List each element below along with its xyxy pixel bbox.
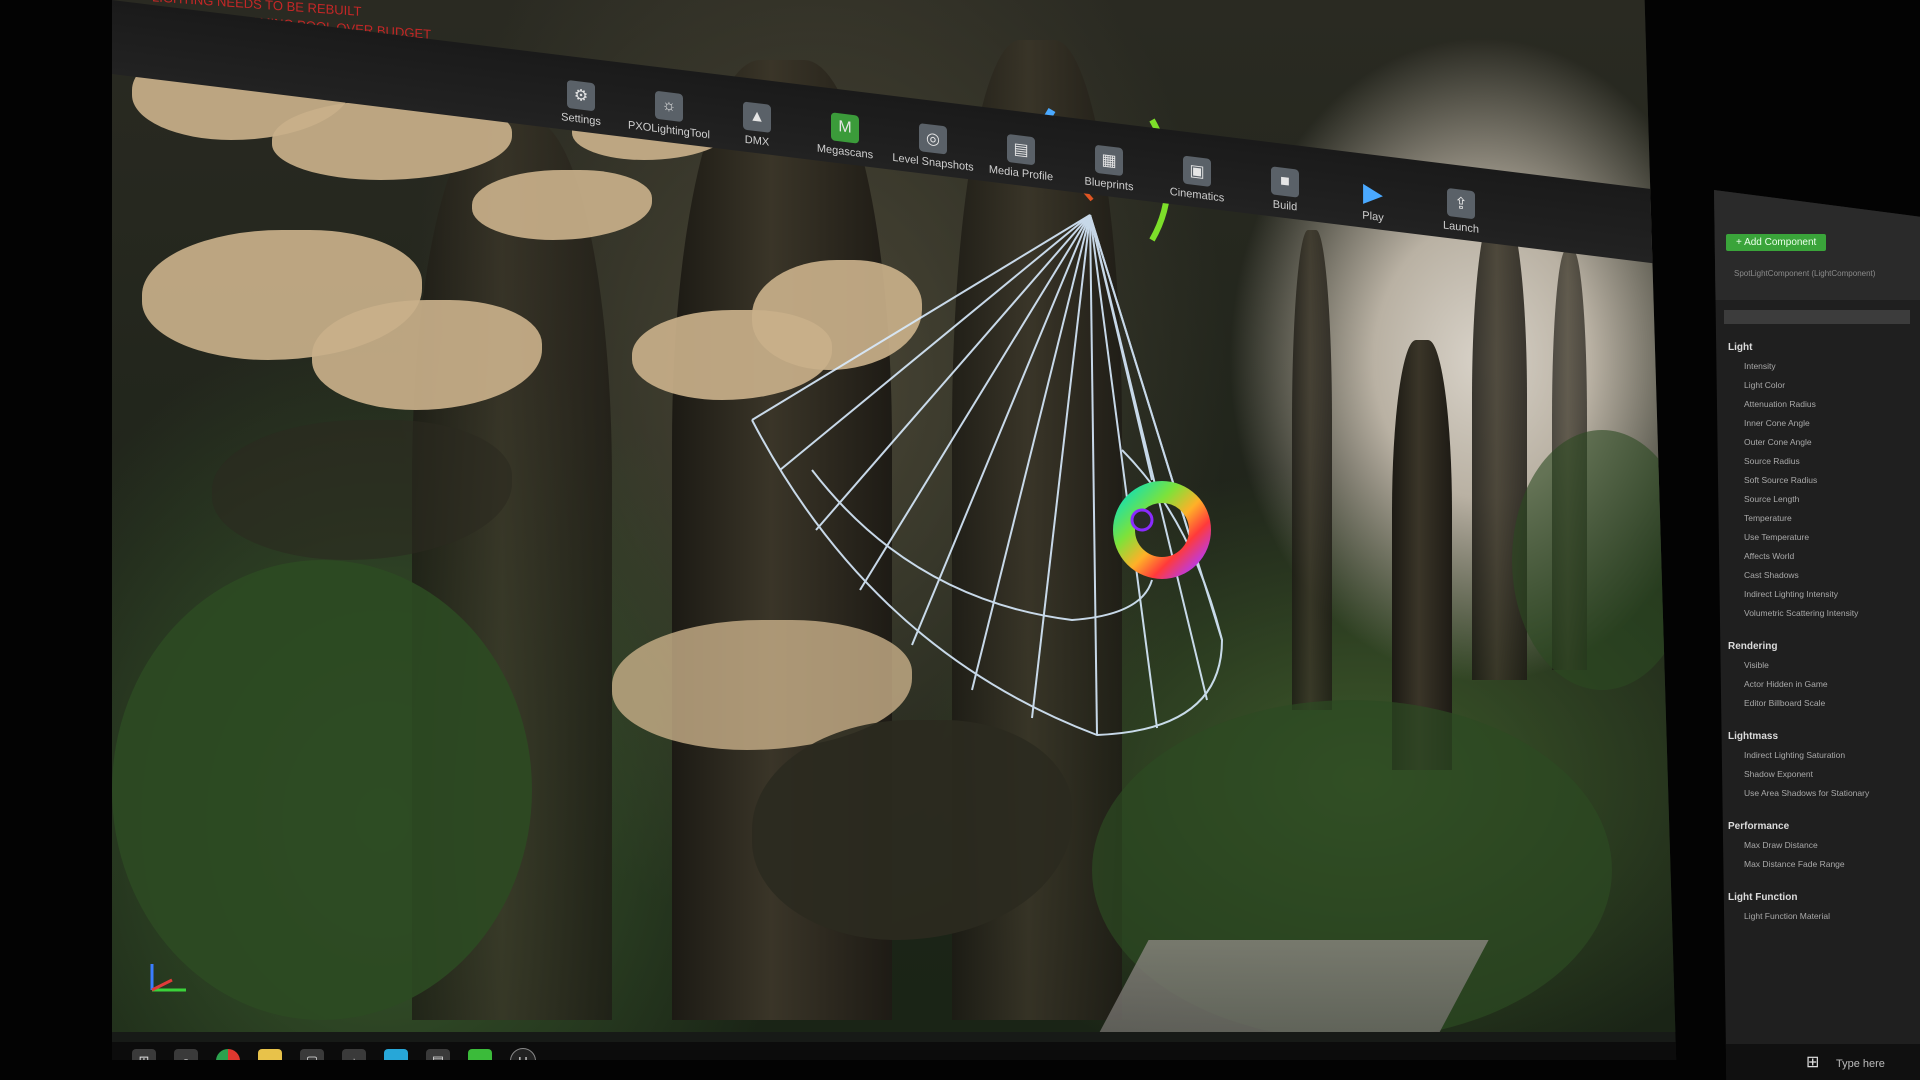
toolbar-label: Settings (561, 111, 601, 129)
snapshot-icon: ◎ (919, 123, 947, 155)
app-icon[interactable]: ♪ (342, 1049, 366, 1060)
section-light-function[interactable]: Light Function (1728, 892, 1920, 903)
details-panel-monitor: + Add Component SpotLightComponent (Ligh… (1714, 190, 1920, 1080)
toolbar-label: Blueprints (1084, 175, 1134, 194)
property-row: Visible (1744, 660, 1769, 670)
property-row: Editor Billboard Scale (1744, 698, 1826, 708)
property-row: Temperature (1744, 513, 1792, 523)
chrome-icon[interactable] (216, 1049, 240, 1060)
launch-icon: ⇪ (1447, 187, 1475, 220)
property-row: Indirect Lighting Saturation (1744, 750, 1846, 760)
app-icon[interactable] (468, 1049, 492, 1060)
blueprint-icon: ▦ (1095, 144, 1123, 177)
toolbar-label: Launch (1442, 219, 1480, 236)
toolbar-play-button[interactable]: ▶ Play (1334, 158, 1412, 228)
gear-icon: ⚙ (567, 79, 595, 112)
axis-gizmo-icon (150, 964, 186, 992)
property-row: Inner Cone Angle (1744, 418, 1810, 428)
media-profile-icon: ▤ (1007, 133, 1035, 166)
megascans-icon: M (831, 112, 859, 144)
toolbar-label: DMX (744, 133, 770, 149)
windows-start-icon[interactable]: ⊞ (1806, 1052, 1819, 1072)
toolbar-cinematics-button[interactable]: ▣ Cinematics (1158, 136, 1236, 206)
toolbar-blueprints-button[interactable]: ▦ Blueprints (1070, 126, 1148, 196)
property-row: Max Draw Distance (1744, 840, 1818, 850)
property-row: Light Color (1744, 380, 1786, 390)
toolbar-label: Media Profile (988, 163, 1054, 184)
details-header: + Add Component SpotLightComponent (Ligh… (1714, 190, 1920, 300)
toolbar-label: Megascans (816, 142, 874, 162)
section-rendering[interactable]: Rendering (1728, 641, 1920, 652)
add-component-button[interactable]: + Add Component (1726, 234, 1827, 251)
main-monitor: LIGHTING NEEDS TO BE REBUILT TEXTURE STR… (112, 0, 1677, 1060)
windows-taskbar: ⊞ ⌕ ▢ ♪ ▤ U (112, 1042, 1677, 1060)
toolbar-build-button[interactable]: ■ Build (1246, 147, 1324, 217)
property-row: Max Distance Fade Range (1744, 859, 1845, 869)
property-row: Actor Hidden in Game (1744, 679, 1828, 689)
property-row: Use Temperature (1744, 532, 1810, 542)
dmx-icon: ▲ (743, 101, 771, 133)
property-row: Light Function Material (1744, 911, 1830, 921)
details-search-input[interactable] (1724, 310, 1910, 324)
property-row: Affects World (1744, 551, 1795, 561)
build-icon: ■ (1271, 166, 1299, 198)
property-row: Source Length (1744, 494, 1800, 504)
clapper-icon: ▣ (1183, 155, 1211, 187)
app-icon[interactable] (384, 1049, 408, 1060)
editor-window: LIGHTING NEEDS TO BE REBUILT TEXTURE STR… (112, 0, 1677, 1060)
photo-scene: LIGHTING NEEDS TO BE REBUILT TEXTURE STR… (0, 0, 1920, 1080)
toolbar-dmx-button[interactable]: ▲ DMX (718, 82, 796, 152)
toolbar-megascans-button[interactable]: M Megascans (806, 93, 884, 163)
play-icon: ▶ (1363, 176, 1383, 209)
toolbar-pxolightingtool-button[interactable]: ☼ PXOLightingTool (628, 72, 710, 142)
section-performance[interactable]: Performance (1728, 821, 1920, 832)
property-row: Shadow Exponent (1744, 769, 1813, 779)
property-row: Volumetric Scattering Intensity (1744, 608, 1859, 618)
toolbar-label: Build (1272, 198, 1298, 214)
toolbar-settings-button[interactable]: ⚙ Settings (542, 61, 620, 131)
toolbar-label: PXOLightingTool (628, 119, 710, 142)
property-row: Cast Shadows (1744, 570, 1799, 580)
light-tool-icon: ☼ (655, 90, 683, 123)
property-row: Attenuation Radius (1744, 399, 1816, 409)
app-icon[interactable]: ▢ (300, 1049, 324, 1060)
toolbar-media-profile-button[interactable]: ▤ Media Profile (982, 115, 1060, 185)
unreal-engine-icon[interactable]: U (510, 1048, 536, 1060)
taskbar-search-input[interactable]: Type here (1836, 1058, 1885, 1070)
property-row: Indirect Lighting Intensity (1744, 589, 1839, 599)
section-light[interactable]: Light (1728, 342, 1920, 353)
section-lightmass[interactable]: Lightmass (1728, 731, 1920, 742)
property-row: Soft Source Radius (1744, 475, 1818, 485)
toolbar-label: Level Snapshots (892, 151, 974, 174)
toolbar-launch-button[interactable]: ⇪ Launch (1422, 169, 1500, 239)
toolbar-level-snapshots-button[interactable]: ◎ Level Snapshots (892, 104, 974, 174)
property-row: Use Area Shadows for Stationary (1744, 788, 1870, 798)
property-row: Source Radius (1744, 456, 1800, 466)
property-row: Outer Cone Angle (1744, 437, 1812, 447)
windows-start-icon[interactable]: ⊞ (132, 1049, 156, 1060)
search-icon[interactable]: ⌕ (174, 1049, 198, 1060)
component-name[interactable]: SpotLightComponent (LightComponent) (1734, 269, 1910, 278)
toolbar-label: Play (1362, 209, 1384, 225)
folder-icon[interactable] (258, 1049, 282, 1060)
app-icon[interactable]: ▤ (426, 1049, 450, 1060)
property-row: Intensity (1744, 361, 1776, 371)
toolbar-label: Cinematics (1169, 185, 1225, 205)
side-taskbar: ⊞ Type here (1714, 1044, 1920, 1080)
